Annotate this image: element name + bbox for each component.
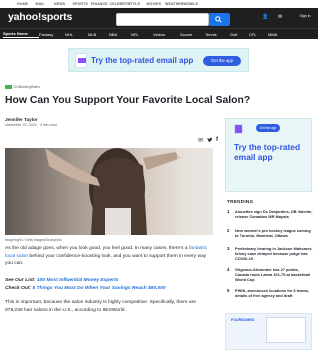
ad-title: Try the top-rated email app bbox=[91, 56, 194, 65]
see-also-2: Check Out: 5 Things You Must Do When You… bbox=[5, 285, 166, 292]
side-ad[interactable]: Get the app Try the top-rated email app bbox=[225, 118, 312, 192]
paragraph-1-text-a: As the old adage goes, when you look goo… bbox=[5, 246, 189, 251]
side-ad-title: Try the top-rated email app bbox=[234, 142, 301, 162]
yahoo-sports-logo[interactable]: yahoo!sports bbox=[8, 11, 72, 23]
subnav-mma[interactable]: MMA bbox=[268, 32, 283, 37]
source-logo bbox=[5, 85, 12, 89]
hero-image-salon bbox=[5, 148, 213, 235]
subnav-golf[interactable]: Golf bbox=[230, 32, 249, 37]
top-nav: Home Mail News Sports Finance Celebrity … bbox=[0, 0, 318, 8]
side-ad-get-app-button[interactable]: Get the app bbox=[256, 124, 280, 132]
see-also-2-label: Check Out: bbox=[5, 286, 32, 291]
side-ad-2[interactable]: FOURSOMES bbox=[225, 313, 312, 350]
ad-get-app-button[interactable]: Get the app bbox=[203, 56, 241, 66]
image-caption: hedgehog94 / Getty Images/iStockphoto bbox=[5, 238, 62, 242]
topnav-mobile[interactable]: Mobile bbox=[184, 2, 203, 6]
subnav-soccer[interactable]: Soccer bbox=[180, 32, 205, 37]
trending-item[interactable]: 1 Alouettes sign Dc Desjardins, DB Valen… bbox=[227, 209, 315, 219]
search-input[interactable] bbox=[116, 13, 209, 26]
trending-number: 2 bbox=[227, 228, 230, 233]
salon-photo bbox=[5, 148, 213, 235]
paragraph-2: This is important, because the salon ind… bbox=[5, 300, 197, 313]
trending-number: 5 bbox=[227, 288, 230, 293]
trending-text[interactable]: Alouettes sign Dc Desjardins, DB Valente… bbox=[235, 209, 313, 219]
trending-item[interactable]: 2 New women's pro hockey league coming t… bbox=[227, 228, 315, 238]
subnav-nba[interactable]: NBA bbox=[109, 32, 131, 37]
article-title: How Can You Support Your Favorite Local … bbox=[5, 95, 251, 106]
see-also-1-label: See Our List: bbox=[5, 278, 36, 283]
subnav-nhl[interactable]: NHL bbox=[65, 32, 88, 37]
money-experts-link[interactable]: 100 Most Influential Money Experts bbox=[37, 278, 119, 283]
topnav-style[interactable]: Style bbox=[128, 2, 147, 6]
trending-text[interactable]: Gilgeous-Alexander has 27 points, Canada… bbox=[235, 267, 313, 283]
subnav-sports-home[interactable]: Sports Home bbox=[3, 31, 39, 38]
mail-app-icon bbox=[75, 53, 87, 68]
topnav-news[interactable]: News bbox=[54, 2, 73, 6]
trending-number: 3 bbox=[227, 246, 230, 251]
trending-text[interactable]: Preliminary hearing in Jackson Mahomes' … bbox=[235, 246, 313, 262]
mail-share-icon[interactable]: ✉ bbox=[198, 137, 203, 144]
sports-subnav: Sports Home Fantasy NHL MLB NBA NFL Vide… bbox=[0, 28, 318, 39]
mail-icon[interactable]: ✉ bbox=[278, 14, 282, 20]
facebook-share-icon[interactable]: f bbox=[216, 137, 218, 143]
topnav-finance[interactable]: Finance bbox=[91, 2, 110, 6]
side-ad-2-brand: FOURSOMES bbox=[231, 318, 255, 322]
topnav-celebrity[interactable]: Celebrity bbox=[110, 2, 131, 6]
topnav-sports[interactable]: Sports bbox=[73, 2, 92, 6]
search-icon bbox=[215, 16, 222, 23]
search-button[interactable] bbox=[209, 13, 230, 26]
trending-item[interactable]: 4 Gilgeous-Alexander has 27 points, Cana… bbox=[227, 267, 315, 283]
paragraph-1-text-b: behind your confidence-boosting look, an… bbox=[5, 253, 207, 267]
trending-number: 1 bbox=[227, 209, 230, 214]
twitter-share-icon[interactable] bbox=[207, 137, 213, 145]
subnav-videos[interactable]: Videos bbox=[153, 32, 180, 37]
top-ad-banner[interactable]: Try the top-rated email app Get the app bbox=[68, 48, 249, 72]
side-ad-2-card bbox=[266, 317, 306, 343]
sign-in-link[interactable]: Sign in bbox=[298, 14, 312, 24]
source-name: GOBankingRates bbox=[13, 85, 40, 89]
subnav-nfl[interactable]: NFL bbox=[131, 32, 153, 37]
trending-item[interactable]: 3 Preliminary hearing in Jackson Mahomes… bbox=[227, 246, 315, 262]
mail-app-icon bbox=[234, 124, 243, 134]
publish-date: November 22, 2022 · 4 min read bbox=[5, 123, 57, 127]
trending-item[interactable]: 5 PWHL announces locations for 6 teams, … bbox=[227, 288, 315, 298]
subnav-fantasy[interactable]: Fantasy bbox=[39, 32, 65, 37]
subnav-mlb[interactable]: MLB bbox=[88, 32, 109, 37]
topnav-weather[interactable]: Weather bbox=[165, 2, 184, 6]
trending-number: 4 bbox=[227, 267, 230, 272]
trending-text[interactable]: New women's pro hockey league coming to … bbox=[235, 228, 313, 238]
subnav-tennis[interactable]: Tennis bbox=[205, 32, 230, 37]
topnav-mail[interactable]: Mail bbox=[36, 2, 55, 6]
trending-text[interactable]: PWHL announces locations for 6 teams, de… bbox=[235, 288, 313, 298]
subnav-cfl[interactable]: CFL bbox=[249, 32, 268, 37]
author-name[interactable]: Jennifer Taylor bbox=[5, 117, 38, 122]
savings-link[interactable]: 5 Things You Must Do When Your Savings R… bbox=[32, 286, 165, 291]
see-also-1: See Our List: 100 Most Influential Money… bbox=[5, 277, 118, 284]
user-icon[interactable]: 👤 bbox=[262, 14, 268, 20]
trending-heading: TRENDING bbox=[227, 199, 254, 204]
topnav-movies[interactable]: Movies bbox=[147, 2, 166, 6]
topnav-home[interactable]: Home bbox=[17, 2, 36, 6]
article-source[interactable]: GOBankingRates bbox=[5, 85, 40, 89]
paragraph-1: As the old adage goes, when you look goo… bbox=[5, 245, 215, 268]
